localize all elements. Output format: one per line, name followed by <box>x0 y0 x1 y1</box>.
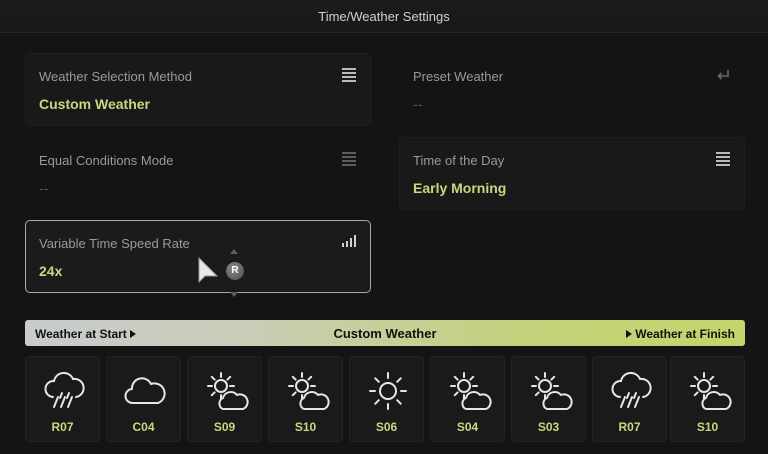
weather-selection-method-value: Custom Weather <box>39 96 150 112</box>
stepper-up-arrow-icon[interactable] <box>230 249 238 254</box>
play-arrow-icon <box>626 330 633 338</box>
preset-weather-label: Preset Weather <box>413 69 504 84</box>
weather-selection-method-label: Weather Selection Method <box>39 69 192 84</box>
weather-slot[interactable]: R07 <box>25 356 100 442</box>
weather-at-finish-label: Weather at Finish <box>626 327 735 341</box>
weather-slot-code: S10 <box>294 420 317 434</box>
time-of-day-value: Early Morning <box>413 180 507 196</box>
sun-cloud-icon <box>207 372 249 410</box>
weather-slot[interactable]: R07 <box>592 356 667 442</box>
weather-slot[interactable]: S09 <box>187 356 262 442</box>
weather-slot-code: S09 <box>213 420 236 434</box>
equal-conditions-mode-label: Equal Conditions Mode <box>39 153 174 168</box>
variable-time-speed-rate-value: 24x <box>39 263 63 279</box>
menu-icon <box>342 68 356 82</box>
weather-slot-code: C04 <box>132 420 155 434</box>
menu-icon <box>342 152 356 166</box>
signal-bars-icon <box>342 235 356 249</box>
cloud-icon <box>124 377 166 404</box>
weather-slot[interactable]: S06 <box>349 356 424 442</box>
weather-slot-code: R07 <box>618 420 641 434</box>
weather-slot-code: S03 <box>537 420 560 434</box>
weather-slot-code: S06 <box>375 420 398 434</box>
return-icon <box>716 68 730 82</box>
pointer-cursor-icon <box>198 256 219 284</box>
weather-timeline-bar: Weather at Start Custom Weather Weather … <box>25 320 745 346</box>
time-of-day-panel[interactable]: Time of the Day Early Morning <box>399 137 745 210</box>
sun-icon <box>369 372 407 410</box>
sun-cloud-icon <box>288 372 330 410</box>
stepper-down-arrow-icon[interactable] <box>230 292 238 297</box>
time-of-day-label: Time of the Day <box>413 153 505 168</box>
menu-icon <box>716 152 730 166</box>
equal-conditions-mode-panel[interactable]: Equal Conditions Mode -- <box>25 137 371 210</box>
rain-cloud-icon <box>611 371 652 408</box>
equal-conditions-mode-value: -- <box>39 180 49 196</box>
preset-weather-panel[interactable]: Preset Weather -- <box>399 53 745 126</box>
r-button-badge: R <box>226 262 244 280</box>
weather-slot-list: R07 C04 S09 S10 S06 S04 S03 R07 S10 <box>25 356 745 442</box>
weather-slot-code: S04 <box>456 420 479 434</box>
weather-slot-code: R07 <box>51 420 74 434</box>
weather-slot[interactable]: S03 <box>511 356 586 442</box>
preset-weather-value: -- <box>413 96 423 112</box>
weather-selection-method-panel[interactable]: Weather Selection Method Custom Weather <box>25 53 371 126</box>
rain-cloud-icon <box>44 371 85 408</box>
speed-stepper[interactable]: R <box>226 249 244 297</box>
sun-cloud-icon <box>531 372 573 410</box>
weather-slot[interactable]: S04 <box>430 356 505 442</box>
weather-slot[interactable]: S10 <box>670 356 745 442</box>
weather-slot[interactable]: C04 <box>106 356 181 442</box>
sun-cloud-icon <box>690 372 732 410</box>
variable-time-speed-rate-label: Variable Time Speed Rate <box>39 236 190 251</box>
weather-slot-code: S10 <box>696 420 719 434</box>
weather-slot[interactable]: S10 <box>268 356 343 442</box>
variable-time-speed-rate-panel[interactable]: Variable Time Speed Rate 24x R <box>25 220 371 297</box>
sun-cloud-icon <box>450 372 492 410</box>
window-title: Time/Weather Settings <box>0 0 768 33</box>
